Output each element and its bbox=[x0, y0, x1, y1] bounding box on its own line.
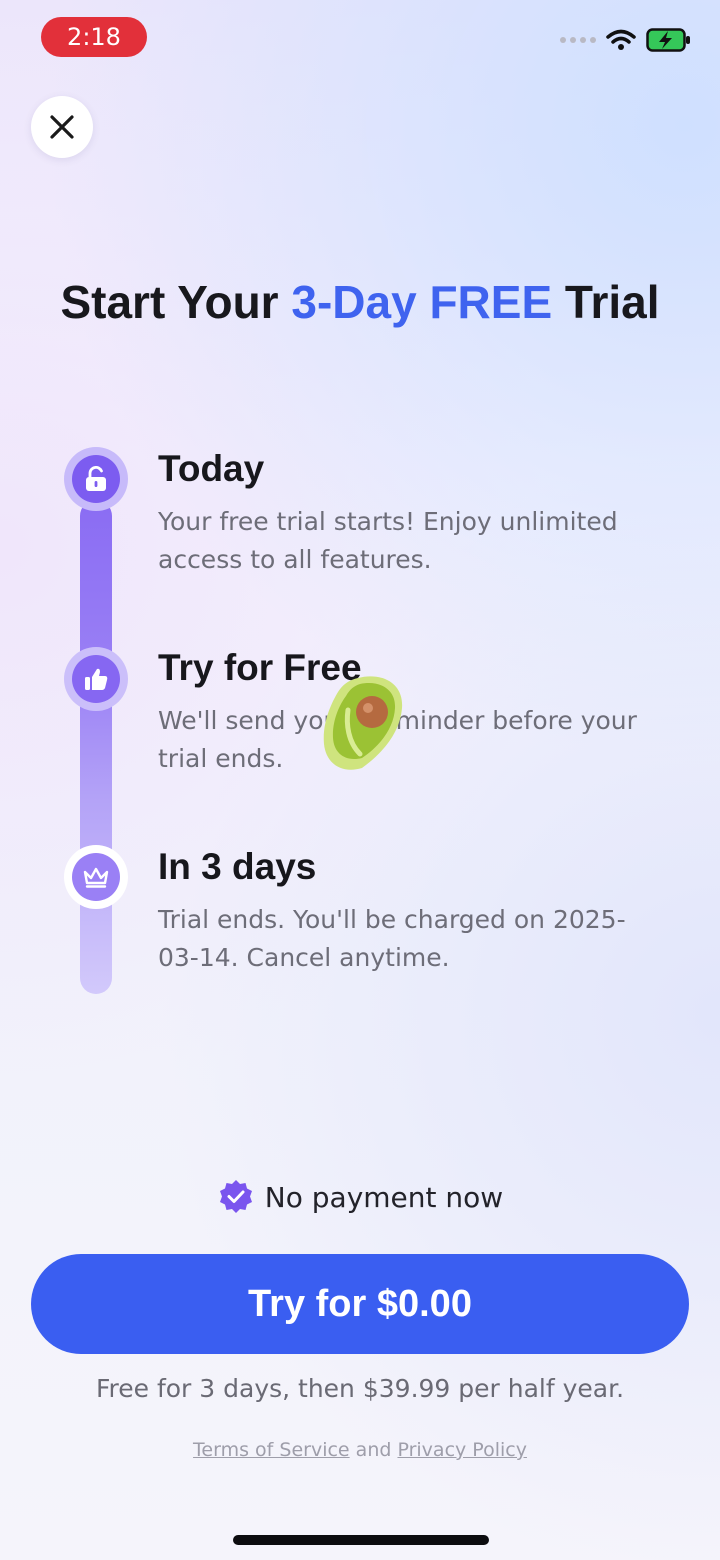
step-description: Your free trial starts! Enjoy unlimited … bbox=[158, 507, 618, 574]
legal-and: and bbox=[355, 1439, 392, 1461]
terms-of-service-link[interactable]: Terms of Service bbox=[193, 1439, 350, 1461]
step-description: We'll send you a reminder before your tr… bbox=[158, 706, 637, 773]
verified-check-icon bbox=[219, 1180, 252, 1213]
status-bar: 2:18 bbox=[0, 0, 720, 80]
battery-charging-icon bbox=[646, 28, 690, 52]
title-prefix: Start Your bbox=[60, 276, 292, 328]
wifi-icon bbox=[606, 29, 636, 50]
thumbs-up-icon bbox=[85, 668, 108, 690]
step-title: Today bbox=[158, 448, 265, 489]
timeline-step-try-free bbox=[64, 647, 128, 711]
status-time: 2:18 bbox=[41, 17, 147, 57]
title-highlight: 3-Day FREE bbox=[291, 276, 553, 328]
timeline-step-today bbox=[64, 447, 128, 511]
price-note: Free for 3 days, then $39.99 per half ye… bbox=[95, 1374, 625, 1403]
no-payment-note: No payment now bbox=[0, 1178, 720, 1216]
avocado-sticker[interactable] bbox=[318, 670, 408, 776]
signal-dots-icon bbox=[560, 37, 596, 43]
timeline-track bbox=[80, 500, 112, 994]
close-icon bbox=[50, 115, 74, 139]
privacy-policy-link[interactable]: Privacy Policy bbox=[397, 1439, 526, 1461]
unlock-icon bbox=[86, 466, 106, 491]
title-suffix: Trial bbox=[552, 276, 660, 328]
status-icons bbox=[560, 28, 692, 52]
step-title: In 3 days bbox=[158, 846, 317, 887]
close-button[interactable] bbox=[31, 96, 93, 158]
legal-links: Terms of Service and Privacy Policy bbox=[0, 1439, 720, 1461]
try-free-button[interactable]: Try for $0.00 bbox=[31, 1254, 689, 1354]
no-payment-label: No payment now bbox=[264, 1180, 504, 1214]
step-description: Trial ends. You'll be charged on 2025-03… bbox=[158, 905, 626, 972]
crown-icon bbox=[83, 867, 109, 888]
timeline-step-in-3-days bbox=[64, 845, 128, 909]
home-indicator[interactable] bbox=[233, 1535, 489, 1545]
page-title: Start Your 3-Day FREE Trial bbox=[0, 275, 720, 329]
